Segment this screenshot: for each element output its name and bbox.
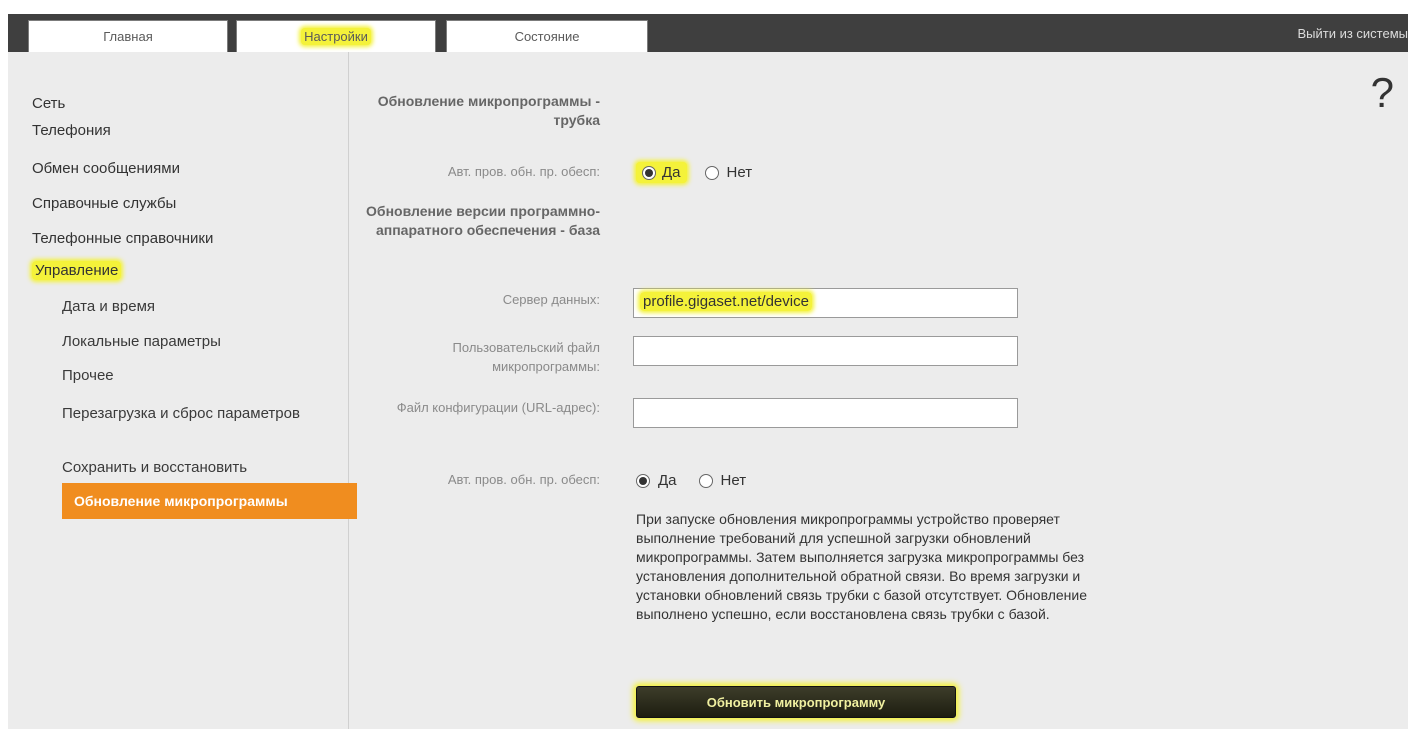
firmware-info-text: При запуске обновления микропрограммы ус… — [636, 511, 1087, 622]
tab-home[interactable]: Главная — [28, 20, 228, 52]
tab-status-label: Состояние — [514, 29, 580, 44]
sidebar-item-management[interactable]: Управление — [32, 261, 122, 280]
help-icon[interactable]: ? — [1371, 72, 1394, 114]
radio-no-1-label: Нет — [726, 164, 753, 181]
section-handset-title: Обновление микропрограммы - трубка — [377, 93, 600, 128]
user-firmware-field[interactable] — [633, 336, 1018, 366]
logout-link[interactable]: Выйти из системы — [1297, 26, 1408, 41]
sidebar: Сеть Телефония Обмен сообщениями Справоч… — [8, 52, 357, 729]
radio-yes-2-label: Да — [658, 472, 677, 489]
update-firmware-button[interactable]: Обновить микропрограмму — [636, 686, 956, 718]
top-navigation-bar: Главная Настройки Состояние Выйти из сис… — [8, 14, 1408, 52]
sidebar-item-management-label: Управление — [32, 261, 122, 280]
config-file-label: Файл конфигурации (URL-адрес): — [396, 400, 600, 415]
radio-yes-2[interactable] — [636, 473, 650, 488]
sidebar-item-info-services[interactable]: Справочные службы — [32, 195, 176, 212]
radio-no-1[interactable] — [704, 165, 719, 180]
tab-settings-label: Настройки — [301, 28, 371, 45]
auto-check-radio-group-2: Да Нет — [636, 472, 746, 489]
sidebar-subitem-save-restore[interactable]: Сохранить и восстановить — [62, 459, 247, 476]
sidebar-item-network[interactable]: Сеть — [32, 95, 65, 112]
sidebar-subitem-misc[interactable]: Прочее — [62, 367, 114, 384]
main-page: Сеть Телефония Обмен сообщениями Справоч… — [8, 52, 1408, 729]
sidebar-item-telephony[interactable]: Телефония — [32, 122, 111, 139]
section-base-title: Обновление версии программно-аппаратного… — [366, 203, 600, 238]
auto-check-label-2: Авт. пров. обн. пр. обесп: — [447, 472, 600, 487]
sidebar-item-messaging[interactable]: Обмен сообщениями — [32, 160, 180, 177]
radio-yes-highlight: Да — [636, 162, 687, 183]
radio-yes-1-label: Да — [662, 164, 681, 181]
sidebar-subitem-local-settings[interactable]: Локальные параметры — [62, 333, 221, 350]
sidebar-item-directories[interactable]: Телефонные справочники — [32, 230, 213, 247]
user-firmware-label: Пользовательский файл микропрограммы: — [452, 340, 600, 374]
radio-yes-1[interactable] — [642, 165, 656, 180]
auto-check-radio-group-1: Да Нет — [636, 162, 752, 183]
data-server-value: profile.gigaset.net/device — [640, 292, 812, 311]
config-file-field[interactable] — [633, 398, 1018, 428]
tab-settings[interactable]: Настройки — [236, 20, 436, 52]
sidebar-subitem-reboot-reset[interactable]: Перезагрузка и сброс параметров — [62, 404, 302, 424]
data-server-label: Сервер данных: — [502, 292, 600, 307]
tab-home-label: Главная — [103, 29, 153, 44]
radio-no-2[interactable] — [698, 473, 713, 488]
sidebar-subitem-firmware-update[interactable]: Обновление микропрограммы — [62, 483, 357, 519]
auto-check-label-1: Авт. пров. обн. пр. обесп: — [447, 164, 600, 179]
tab-status[interactable]: Состояние — [446, 20, 648, 52]
radio-no-2-label: Нет — [720, 472, 747, 489]
data-server-field[interactable]: profile.gigaset.net/device — [633, 288, 1018, 318]
sidebar-subitem-date-time[interactable]: Дата и время — [62, 298, 155, 315]
